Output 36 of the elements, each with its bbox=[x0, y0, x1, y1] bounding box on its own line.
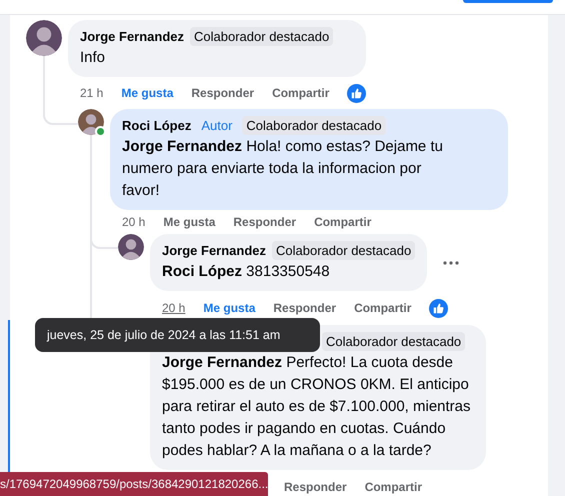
comment-text: Jorge Fernandez Perfecto! La cuota desde $195.000 es de un CRONOS 0KM. El anticipo para retirar el auto es de $7.100.000, mientras tanto podes ir pagando en cuotas. Cuándo podes hablar? A la mañana o a la tarde? bbox=[162, 353, 472, 461]
author-name[interactable]: Jorge Fernandez bbox=[162, 243, 266, 258]
comment-text: Info bbox=[80, 48, 106, 68]
contributor-badge: Colaborador destacado bbox=[190, 27, 334, 46]
reply-link[interactable]: Responder bbox=[191, 86, 254, 100]
online-dot bbox=[95, 126, 106, 137]
share-link[interactable]: Compartir bbox=[272, 86, 330, 100]
author-name[interactable]: Roci López bbox=[122, 118, 192, 133]
thread-line bbox=[43, 55, 78, 125]
share-link[interactable]: Compartir bbox=[364, 480, 422, 494]
more-icon[interactable] bbox=[443, 260, 460, 264]
contributor-badge: Colaborador destacado bbox=[272, 241, 416, 260]
reply-link[interactable]: Responder bbox=[233, 215, 296, 229]
link-status-bar: s/1769472049968759/posts/3684290121820266... bbox=[0, 472, 268, 496]
contributor-badge: Colaborador destacado bbox=[242, 116, 386, 135]
timestamp-link[interactable]: 20 h bbox=[122, 215, 146, 229]
like-link[interactable]: Me gusta bbox=[203, 301, 256, 315]
comment-text: Roci López 3813350548 bbox=[162, 262, 331, 282]
reply-link[interactable]: Responder bbox=[273, 301, 336, 315]
like-link[interactable]: Me gusta bbox=[121, 86, 174, 100]
avatar[interactable] bbox=[118, 234, 144, 260]
avatar[interactable] bbox=[26, 20, 62, 56]
like-link[interactable]: Me gusta bbox=[163, 215, 216, 229]
reply-link[interactable]: Responder bbox=[284, 480, 347, 494]
like-reaction-icon[interactable] bbox=[429, 298, 448, 318]
like-reaction-icon[interactable] bbox=[347, 84, 366, 102]
contributor-badge: Colaborador destacado bbox=[322, 332, 466, 351]
timestamp-link[interactable]: 21 h bbox=[80, 86, 104, 100]
date-tooltip: jueves, 25 de julio de 2024 a las 11:51 am bbox=[35, 318, 320, 352]
avatar[interactable] bbox=[78, 109, 104, 135]
timestamp-link[interactable]: 20 h bbox=[162, 301, 186, 315]
author-name[interactable]: Jorge Fernandez bbox=[80, 29, 184, 44]
comment-text: Jorge Fernandez Hola! como estas? Dejame tu numero para enviarte toda la informacion por favor! bbox=[122, 137, 444, 201]
author-label: Autor bbox=[200, 117, 234, 135]
share-link[interactable]: Compartir bbox=[354, 301, 412, 315]
share-link[interactable]: Compartir bbox=[314, 215, 372, 229]
